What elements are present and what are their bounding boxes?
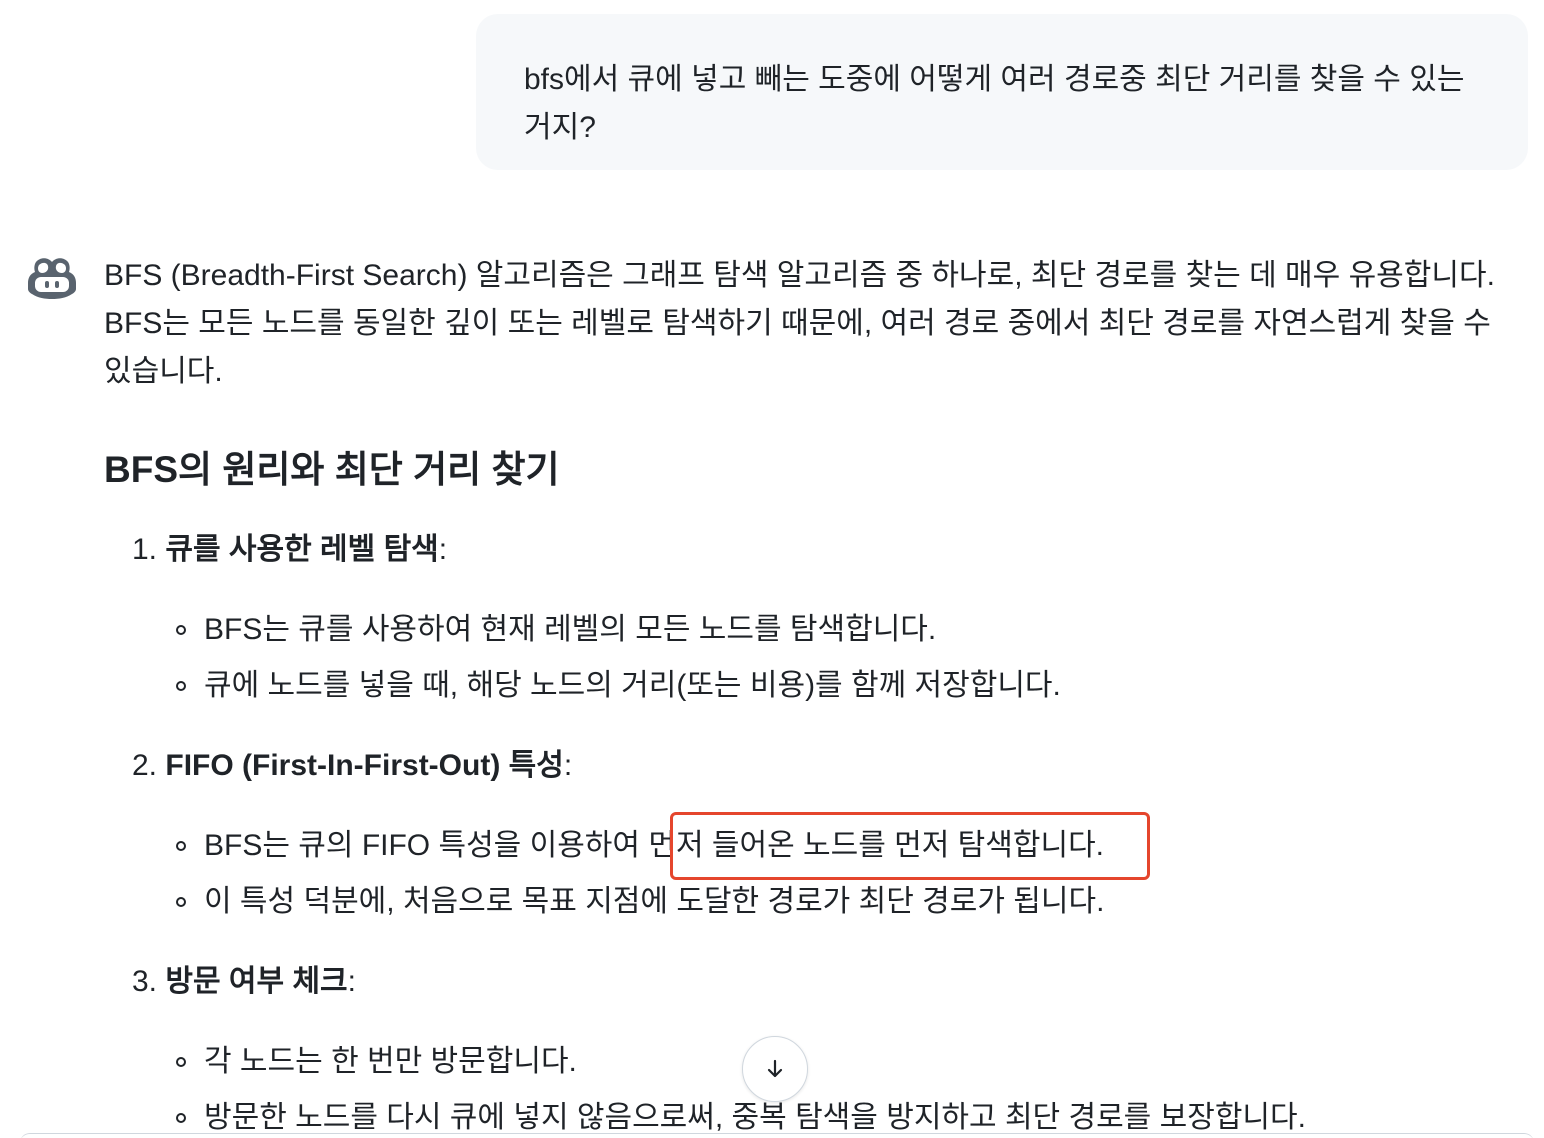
list-item-heading: 큐를 사용한 레벨 탐색: [165, 533, 439, 566]
colon: :: [563, 749, 573, 782]
user-message-line-1: bfs에서 큐에 넣고 빼는 도중에 어떻게 여러 경로중 최단 거리를 찾을 …: [524, 63, 1465, 96]
circle-bullet-icon: [176, 1057, 186, 1067]
intro-line-1: BFS (Breadth-First Search) 알고리즘은 그래프 탐색 …: [104, 259, 1495, 292]
list-item-1-title: 1. 큐를 사용한 레벨 탐색:: [132, 530, 447, 570]
circle-bullet-icon: [176, 625, 186, 635]
arrow-down-icon: [767, 1059, 783, 1078]
list-item-2-title: 2. FIFO (First-In-First-Out) 특성:: [132, 746, 572, 786]
intro-line-2: BFS는 모든 노드를 동일한 깊이 또는 레벨로 탐색하기 때문에, 여러 경…: [104, 307, 1491, 340]
list-item: BFS는 큐를 사용하여 현재 레벨의 모든 노드를 탐색합니다.: [176, 610, 936, 650]
list-item-3-title: 3. 방문 여부 체크:: [132, 962, 356, 1002]
circle-bullet-icon: [176, 897, 186, 907]
intro-line-3: 있습니다.: [104, 355, 223, 388]
intro-paragraph: BFS (Breadth-First Search) 알고리즘은 그래프 탐색 …: [104, 252, 1534, 396]
user-message-line-2: 거지?: [524, 111, 596, 144]
list-item-heading: 방문 여부 체크: [165, 965, 348, 998]
scroll-to-bottom-button[interactable]: [742, 1036, 808, 1102]
copilot-icon: [26, 256, 78, 300]
list-number: 1.: [132, 533, 158, 566]
assistant-message: BFS (Breadth-First Search) 알고리즘은 그래프 탐색 …: [104, 252, 1534, 1134]
user-message-bubble: bfs에서 큐에 넣고 빼는 도중에 어떻게 여러 경로중 최단 거리를 찾을 …: [476, 14, 1528, 170]
list-item: 이 특성 덕분에, 처음으로 목표 지점에 도달한 경로가 최단 경로가 됩니다…: [176, 882, 1104, 922]
list-number: 2.: [132, 749, 158, 782]
list-item: 방문한 노드를 다시 큐에 넣지 않음으로써, 중복 탐색을 방지하고 최단 경…: [176, 1098, 1306, 1138]
circle-bullet-icon: [176, 1113, 186, 1123]
list-item: 각 노드는 한 번만 방문합니다.: [176, 1042, 577, 1082]
colon: :: [347, 965, 356, 998]
colon: :: [438, 533, 448, 566]
circle-bullet-icon: [176, 841, 186, 851]
list-item: 큐에 노드를 넣을 때, 해당 노드의 거리(또는 비용)를 함께 저장합니다.: [176, 666, 1061, 706]
chat-page: bfs에서 큐에 넣고 빼는 도중에 어떻게 여러 경로중 최단 거리를 찾을 …: [0, 0, 1544, 1138]
chat-input-area[interactable]: [20, 1133, 1534, 1138]
highlighted-text: 먼저 들어온 노드를 먼저 탐색합니다.: [648, 829, 1105, 862]
list-number: 3.: [132, 965, 158, 998]
list-item: BFS는 큐의 FIFO 특성을 이용하여 먼저 들어온 노드를 먼저 탐색합니…: [176, 826, 1105, 866]
circle-bullet-icon: [176, 681, 186, 691]
list-item-heading: FIFO (First-In-First-Out) 특성: [165, 749, 564, 782]
section-heading: BFS의 원리와 최단 거리 찾기: [104, 449, 560, 490]
